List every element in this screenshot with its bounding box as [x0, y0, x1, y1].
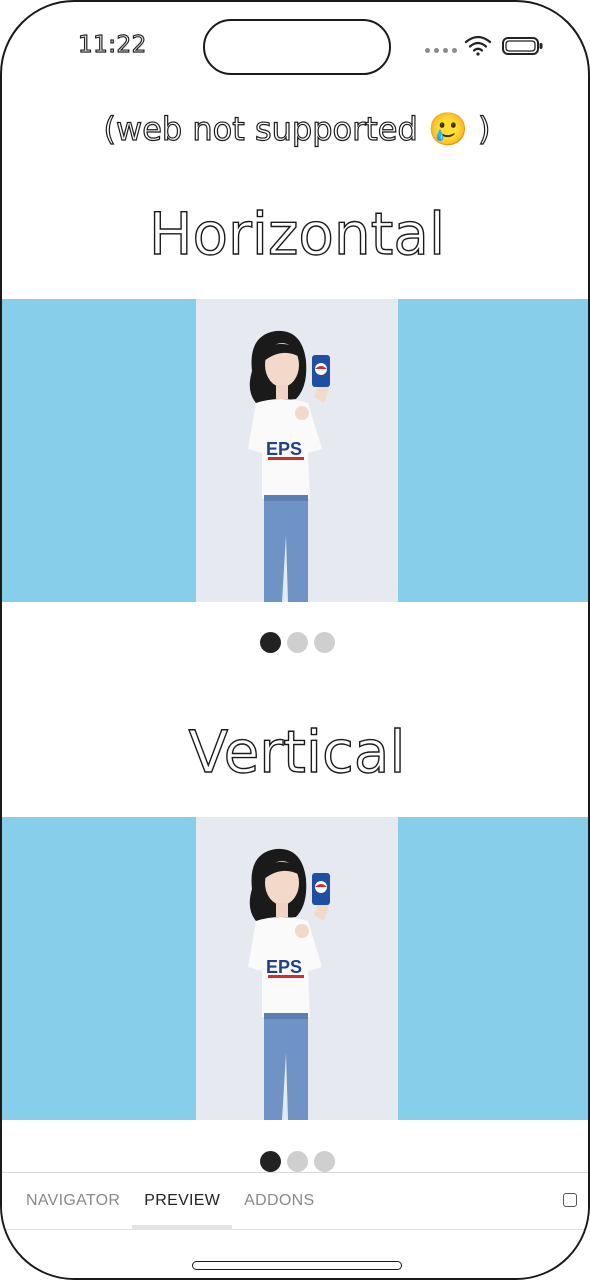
vertical-title: Vertical — [188, 717, 407, 786]
slide-photo: EPS — [196, 817, 398, 1120]
pagination-dot-active[interactable] — [259, 632, 281, 653]
square-icon[interactable] — [563, 1193, 577, 1207]
slide-photo: EPS — [196, 299, 398, 602]
pagination-dot-active[interactable] — [259, 1151, 281, 1172]
tab-navigator[interactable]: NAVIGATOR — [14, 1173, 132, 1229]
svg-text:EPS: EPS — [266, 957, 302, 977]
web-not-supported-notice: (web not supported 🥲 ) — [103, 109, 491, 148]
horizontal-carousel[interactable]: EPS — [2, 299, 588, 602]
person-photo-illustration: EPS — [196, 817, 398, 1120]
horizontal-pagination — [2, 632, 588, 653]
status-bar: 11:22 — [2, 2, 588, 92]
dynamic-island — [203, 19, 391, 75]
status-time: 11:22 — [77, 31, 147, 58]
battery-icon — [502, 37, 543, 55]
svg-text:EPS: EPS — [266, 439, 302, 459]
horizontal-title: Horizontal — [148, 199, 446, 268]
pagination-dot[interactable] — [286, 1151, 308, 1172]
pagination-dot[interactable] — [313, 1151, 335, 1172]
pagination-dot[interactable] — [313, 632, 335, 653]
person-photo-illustration: EPS — [196, 299, 398, 602]
phone-frame: 11:22 (web not supported 🥲 ) Horizontal — [0, 0, 590, 1280]
vertical-carousel[interactable]: EPS — [2, 817, 588, 1120]
pagination-dot[interactable] — [286, 632, 308, 653]
panel-divider — [2, 1229, 588, 1230]
wifi-icon — [464, 35, 492, 56]
panel-tabs: NAVIGATOR PREVIEW ADDONS — [14, 1173, 326, 1229]
signal-dots-icon — [425, 48, 457, 53]
home-indicator — [192, 1261, 402, 1270]
vertical-pagination — [2, 1151, 588, 1172]
tab-preview[interactable]: PREVIEW — [132, 1173, 233, 1229]
tab-addons[interactable]: ADDONS — [232, 1173, 326, 1229]
